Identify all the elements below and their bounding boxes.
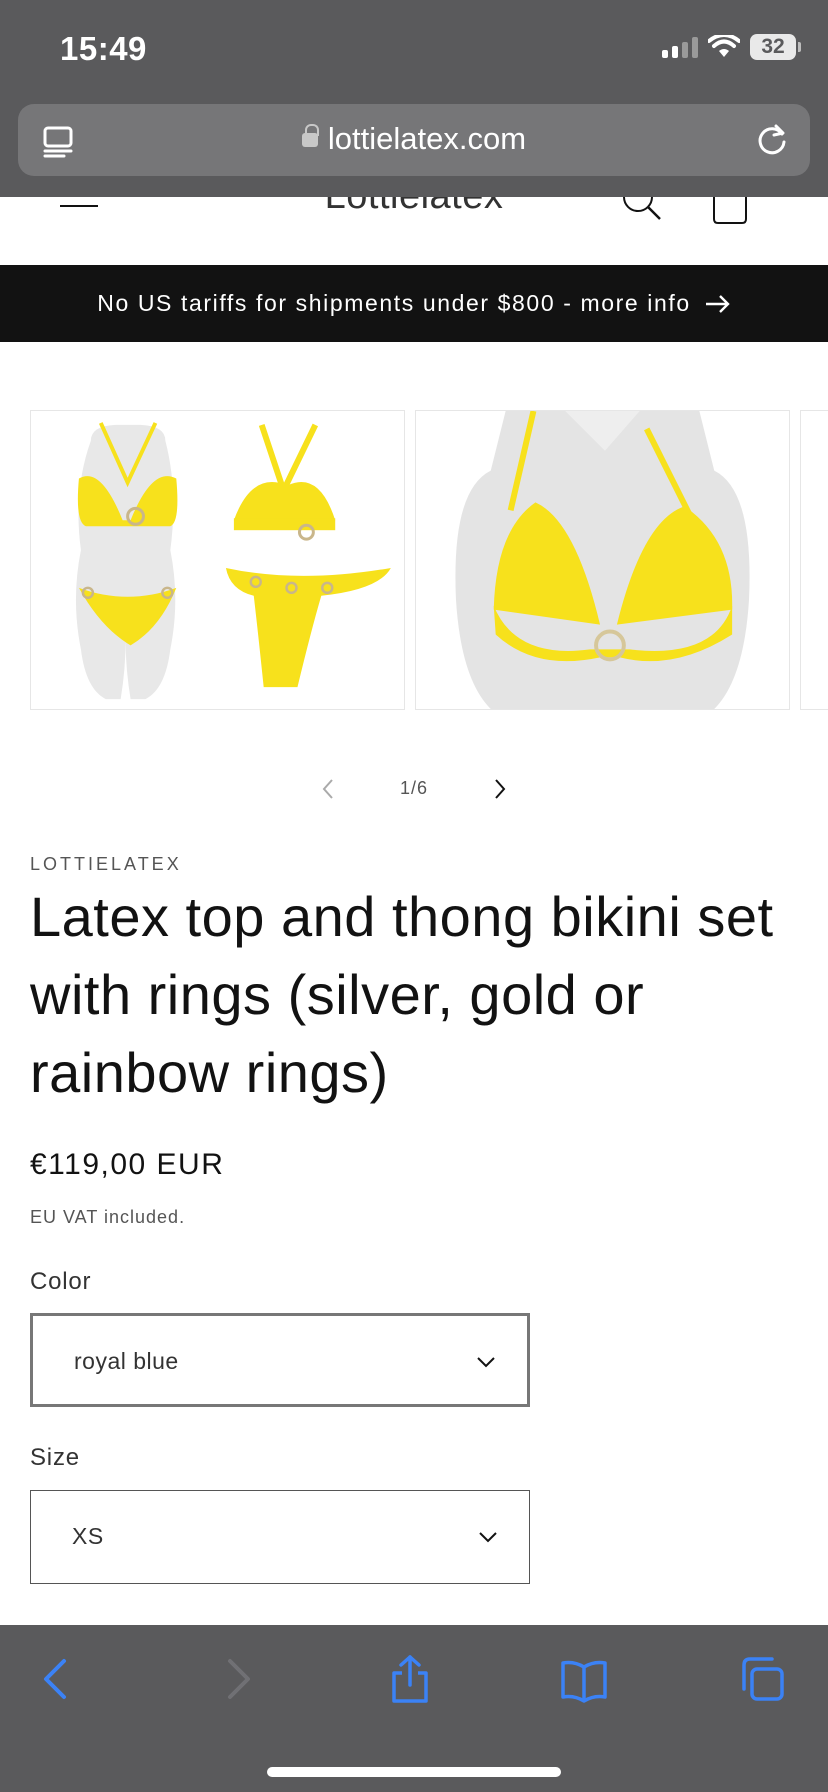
size-select[interactable]: XS — [30, 1490, 530, 1584]
announcement-bar[interactable]: No US tariffs for shipments under $800 -… — [0, 265, 828, 342]
status-icons: 32 — [662, 34, 801, 60]
product-image-3[interactable] — [800, 410, 828, 710]
site-logo[interactable]: Lottielatex — [0, 197, 828, 218]
chevron-down-icon — [479, 1532, 497, 1543]
share-icon[interactable] — [386, 1655, 434, 1703]
url-text[interactable]: lottielatex.com — [18, 121, 810, 157]
back-icon[interactable] — [34, 1655, 82, 1703]
bookmarks-icon[interactable] — [560, 1655, 608, 1703]
tax-note: EU VAT included. — [30, 1207, 186, 1227]
forward-icon[interactable] — [212, 1655, 260, 1703]
tabs-icon[interactable] — [738, 1655, 786, 1703]
reload-icon[interactable] — [754, 122, 790, 158]
product-title: Latex top and thong bikini set with ring… — [30, 885, 774, 1104]
slide-counter: 1/6 — [399, 778, 429, 798]
product-image-1[interactable] — [30, 410, 405, 710]
lock-icon — [301, 124, 319, 147]
size-label: Size — [30, 1444, 80, 1471]
url-label: lottielatex.com — [327, 121, 527, 156]
slider-controls: 1/6 — [0, 770, 828, 810]
browser-bottom-toolbar — [0, 1625, 828, 1792]
cart-icon[interactable] — [710, 197, 750, 225]
color-label: Color — [30, 1268, 92, 1295]
browser-top-bar: 15:49 32 lottielatex.com — [0, 0, 828, 197]
address-bar[interactable]: lottielatex.com — [18, 104, 810, 176]
announcement-text[interactable]: No US tariffs for shipments under $800 -… — [97, 290, 690, 317]
color-select[interactable]: royal blue — [30, 1313, 530, 1407]
product-vendor: LOTTIELATEX — [30, 854, 182, 874]
color-select-value: royal blue — [74, 1348, 179, 1374]
product-gallery[interactable] — [30, 410, 828, 710]
product-image-2[interactable] — [415, 410, 790, 710]
arrow-right-icon — [705, 294, 730, 313]
chevron-right-icon[interactable] — [488, 774, 512, 804]
battery-icon: 32 — [750, 34, 801, 60]
site-header: Lottielatex — [0, 197, 828, 265]
wifi-icon — [708, 35, 740, 57]
search-icon[interactable] — [620, 197, 664, 223]
size-select-value: XS — [72, 1523, 104, 1549]
chevron-down-icon — [477, 1357, 495, 1368]
home-indicator — [267, 1767, 561, 1777]
cellular-signal-icon — [662, 36, 698, 58]
chevron-left-icon[interactable] — [316, 774, 340, 804]
product-price: €119,00 EUR — [30, 1148, 225, 1181]
status-time: 15:49 — [60, 30, 147, 67]
